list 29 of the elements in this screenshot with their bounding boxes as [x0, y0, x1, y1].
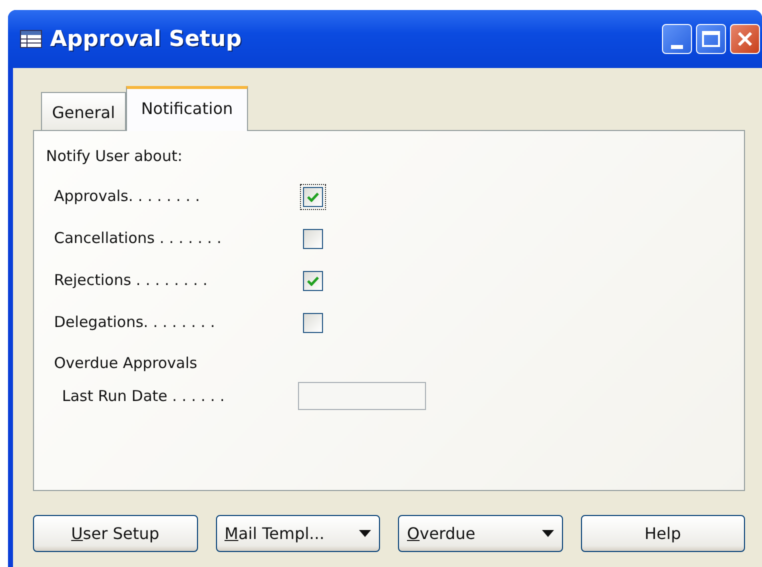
checkbox[interactable] [303, 228, 323, 248]
tab[interactable]: Notification [126, 86, 248, 131]
check-icon [307, 192, 319, 202]
window-title: Approval Setup [50, 26, 242, 54]
field-label: Last Run Date . . . . . . [62, 386, 226, 407]
option-label: Approvals. . . . . . . . [54, 186, 201, 208]
date-field[interactable] [298, 382, 426, 410]
dropdown-button[interactable]: Mail Templ... [216, 515, 380, 552]
check-icon [307, 276, 319, 286]
maximize-button[interactable] [696, 24, 726, 54]
dropdown-button[interactable]: Overdue [398, 515, 562, 552]
option-label: Cancellations . . . . . . . [54, 228, 222, 250]
checkbox[interactable] [303, 312, 323, 332]
button[interactable]: User Setup [33, 515, 198, 552]
maximize-icon [702, 31, 720, 47]
tab[interactable]: General [41, 92, 126, 130]
close-icon [737, 31, 753, 47]
button[interactable]: Help [580, 515, 745, 552]
minimize-button[interactable] [662, 24, 692, 54]
caret-icon [359, 530, 371, 537]
caret-icon [542, 530, 554, 537]
checkbox[interactable] [303, 270, 323, 290]
minimize-icon [671, 45, 683, 49]
section-heading: Overdue Approvals [53, 352, 198, 374]
close-button[interactable] [730, 24, 760, 54]
option-label: Delegations. . . . . . . . [54, 312, 216, 334]
section-heading: Notify User about: [46, 146, 184, 167]
table-icon [20, 30, 42, 48]
option-label: Rejections . . . . . . . . [54, 270, 208, 292]
